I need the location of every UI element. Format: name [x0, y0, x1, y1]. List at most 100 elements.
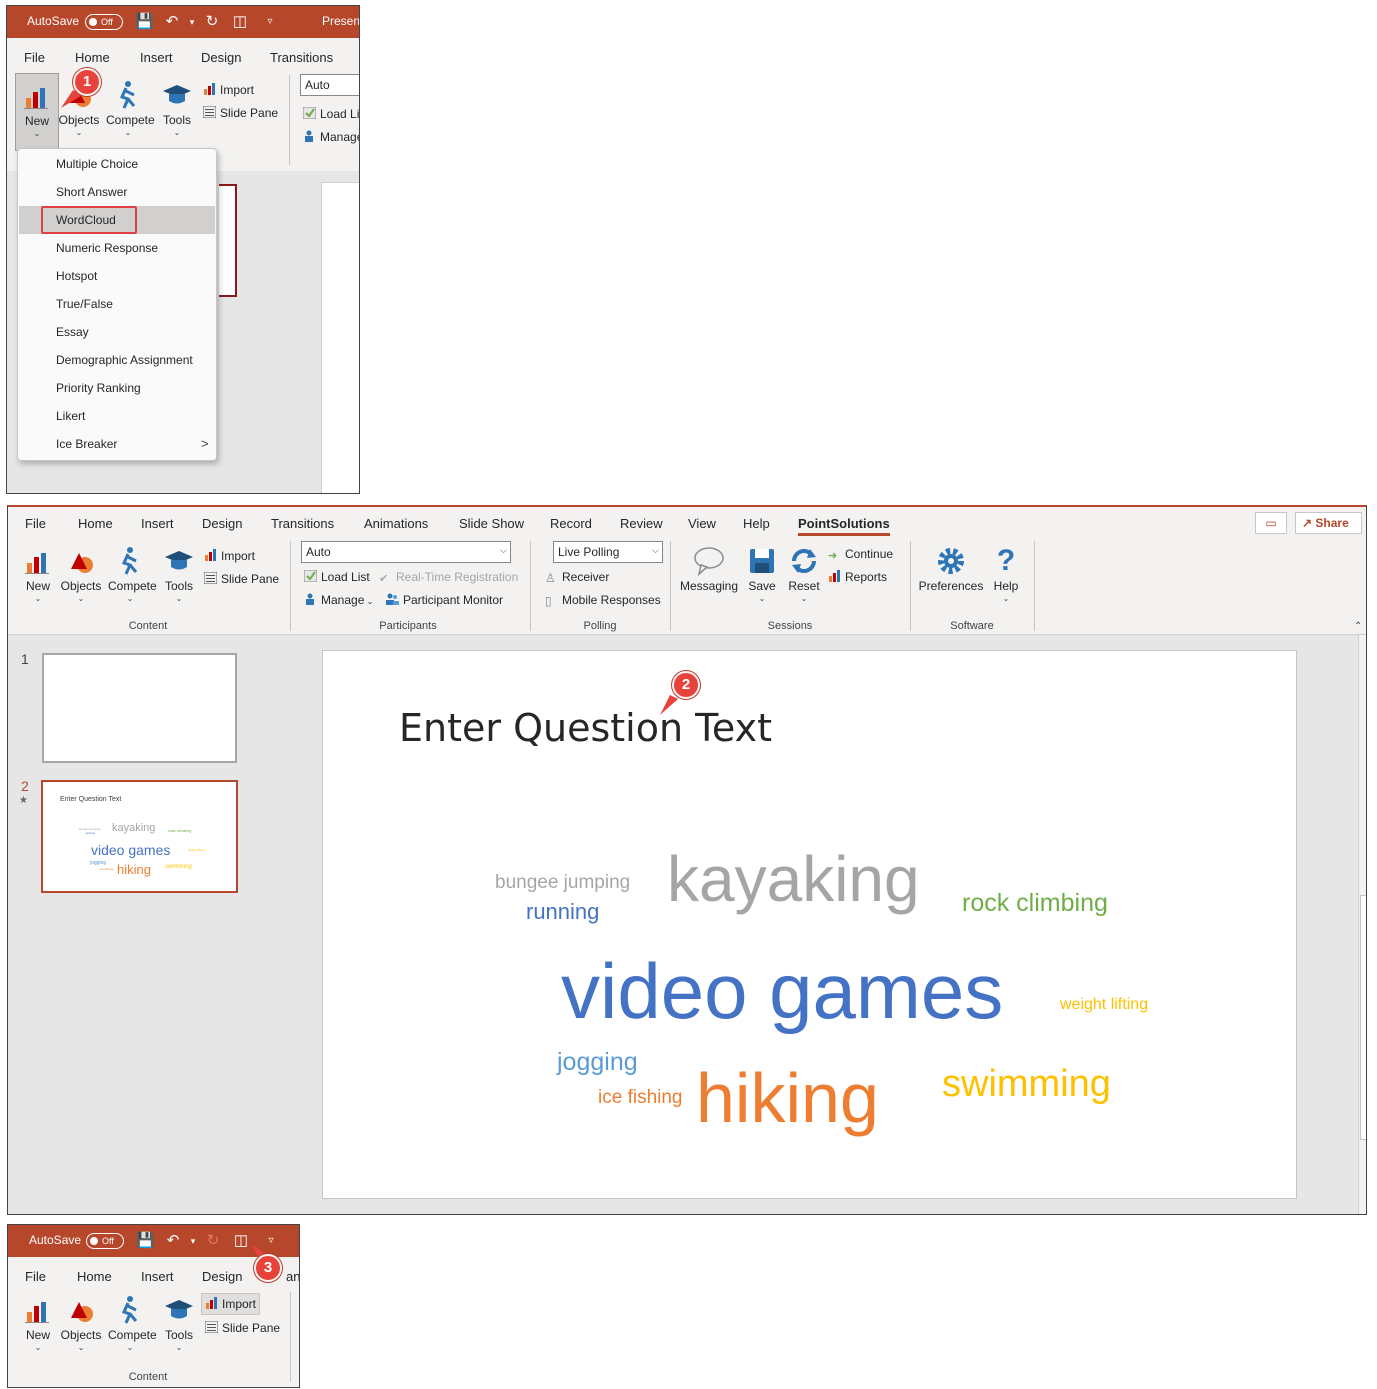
undo-dropdown-icon[interactable]: ▾: [183, 13, 201, 31]
autosave-toggle[interactable]: Off: [86, 1233, 124, 1249]
tab-animations[interactable]: Animations: [364, 516, 428, 531]
slide-thumbnail-1[interactable]: [42, 653, 237, 763]
question-title[interactable]: Enter Question Text: [399, 709, 772, 747]
comments-icon[interactable]: ▭: [1255, 512, 1287, 534]
import-button[interactable]: Import: [203, 83, 254, 97]
tab-insert[interactable]: Insert: [140, 50, 173, 65]
tab-insert[interactable]: Insert: [141, 516, 174, 531]
compete-button[interactable]: Compete ⌄: [108, 1294, 157, 1352]
participant-monitor-button[interactable]: Participant Monitor: [386, 593, 503, 607]
import-button[interactable]: Import: [204, 549, 255, 563]
chevron-down-icon: ⌄: [75, 128, 83, 137]
new-button[interactable]: New ⌄: [16, 1294, 60, 1352]
reports-button[interactable]: Reports: [828, 570, 887, 584]
menu-item-hotspot[interactable]: Hotspot: [19, 262, 215, 290]
tab-slide-show[interactable]: Slide Show: [459, 516, 524, 531]
collapse-ribbon-icon[interactable]: ⌃: [1354, 621, 1362, 632]
tools-button[interactable]: Tools ⌄: [157, 1294, 201, 1352]
messaging-button[interactable]: Messaging: [678, 545, 740, 593]
share-button[interactable]: ↗ Share: [1295, 512, 1362, 534]
mobile-responses-button[interactable]: ▯ Mobile Responses: [545, 593, 661, 608]
realtime-registration-button[interactable]: ✔ Real-Time Registration: [379, 570, 518, 585]
tab-pointsolutions[interactable]: PointSolutions: [798, 516, 890, 536]
manage-button[interactable]: Manage ⌄: [304, 593, 373, 607]
tab-home[interactable]: Home: [78, 516, 113, 531]
save-session-button[interactable]: Save ⌄: [740, 545, 784, 603]
menu-item-numeric-response[interactable]: Numeric Response: [19, 234, 215, 262]
wordcloud-word: weight lifting: [1060, 996, 1149, 1013]
customize-toolbar-icon[interactable]: ▿: [261, 13, 279, 31]
tab-view[interactable]: View: [688, 516, 716, 531]
tab-transitions[interactable]: Transitions: [271, 516, 334, 531]
receiver-button[interactable]: ♙ Receiver: [545, 570, 609, 585]
new-button[interactable]: New ⌄: [15, 73, 59, 151]
group-divider: [290, 1292, 291, 1382]
menu-item-short-answer[interactable]: Short Answer: [19, 178, 215, 206]
objects-button[interactable]: Objects ⌄: [59, 1294, 103, 1352]
tab-record[interactable]: Record: [550, 516, 592, 531]
present-icon[interactable]: ◫: [231, 13, 249, 31]
compete-button[interactable]: Compete ⌄: [108, 545, 157, 603]
load-list-button[interactable]: Load List: [304, 570, 370, 584]
reset-button[interactable]: Reset ⌄: [782, 545, 826, 603]
menu-item-priority-ranking[interactable]: Priority Ranking: [19, 374, 215, 402]
chevron-down-icon: ⌄: [126, 1343, 134, 1352]
tab-home[interactable]: Home: [75, 50, 110, 65]
manage-button[interactable]: Manage: [303, 130, 359, 144]
thumbnail-word: kayaking: [112, 822, 156, 834]
compete-button[interactable]: Compete ⌄: [106, 79, 155, 137]
panel-new-menu: AutoSave Off 💾 ↶ ▾ ↻ ◫ ▿ Present File Ho…: [6, 5, 360, 494]
tab-design[interactable]: Design: [202, 516, 242, 531]
participant-monitor-label: Participant Monitor: [403, 593, 504, 607]
participant-list-combo[interactable]: Auto: [300, 74, 359, 96]
tab-help[interactable]: Help: [743, 516, 770, 531]
autosave-toggle[interactable]: Off: [85, 14, 123, 30]
thumbnail-word: jogging: [90, 860, 107, 866]
slide-pane-button[interactable]: Slide Pane: [204, 572, 279, 586]
chevron-down-icon: ⌄: [1002, 594, 1010, 603]
save-icon[interactable]: 💾: [136, 1232, 155, 1250]
tools-button[interactable]: Tools ⌄: [155, 79, 199, 137]
thumbnail-word: rock climbing: [168, 828, 192, 833]
tab-transitions[interactable]: Transitions: [270, 50, 333, 65]
slide-canvas[interactable]: Enter Question Text bungee jumping runni…: [322, 650, 1297, 1199]
menu-item-likert[interactable]: Likert: [19, 402, 215, 430]
tab-design[interactable]: Design: [201, 50, 241, 65]
tab-design[interactable]: Design: [202, 1269, 242, 1284]
participant-list-combo[interactable]: Auto ⌵: [301, 541, 511, 563]
polling-mode-combo[interactable]: Live Polling ⌵: [553, 541, 663, 563]
new-button[interactable]: New ⌄: [16, 545, 60, 603]
menu-item-demographic-assignment[interactable]: Demographic Assignment: [19, 346, 215, 374]
slide-pane-button[interactable]: Slide Pane: [205, 1321, 280, 1335]
scrollbar-thumb[interactable]: [1360, 895, 1366, 1140]
menu-item-ice-breaker[interactable]: Ice Breaker: [19, 430, 215, 458]
menu-item-essay[interactable]: Essay: [19, 318, 215, 346]
tab-home[interactable]: Home: [77, 1269, 112, 1284]
tab-transitions[interactable]: ans: [286, 1269, 299, 1284]
present-icon[interactable]: ◫: [232, 1232, 250, 1250]
undo-icon[interactable]: ↶: [163, 13, 181, 31]
continue-button[interactable]: ➜ Continue: [828, 547, 893, 562]
tab-file[interactable]: File: [25, 1269, 46, 1284]
save-icon[interactable]: 💾: [135, 13, 154, 31]
vertical-scrollbar[interactable]: [1358, 635, 1366, 1214]
tab-file[interactable]: File: [24, 50, 45, 65]
tools-button[interactable]: Tools ⌄: [157, 545, 201, 603]
tab-review[interactable]: Review: [620, 516, 663, 531]
import-button[interactable]: Import: [201, 1293, 261, 1315]
redo-icon[interactable]: ↻: [204, 1232, 222, 1250]
wordcloud-word: hiking: [696, 1059, 879, 1137]
menu-item-true-false[interactable]: True/False: [19, 290, 215, 318]
objects-button[interactable]: Objects ⌄: [59, 545, 103, 603]
slide-thumbnail-2[interactable]: Enter Question Text bungee jumping runni…: [41, 780, 238, 893]
undo-dropdown-icon[interactable]: ▾: [184, 1232, 202, 1250]
tab-file[interactable]: File: [25, 516, 46, 531]
help-button[interactable]: ? Help ⌄: [984, 545, 1028, 604]
slide-pane-button[interactable]: Slide Pane: [203, 106, 278, 120]
redo-icon[interactable]: ↻: [203, 13, 221, 31]
load-list-button[interactable]: Load List: [303, 107, 359, 121]
menu-item-multiple-choice[interactable]: Multiple Choice: [19, 150, 215, 178]
tab-insert[interactable]: Insert: [141, 1269, 174, 1284]
preferences-button[interactable]: Preferences: [918, 545, 984, 593]
undo-icon[interactable]: ↶: [164, 1232, 182, 1250]
